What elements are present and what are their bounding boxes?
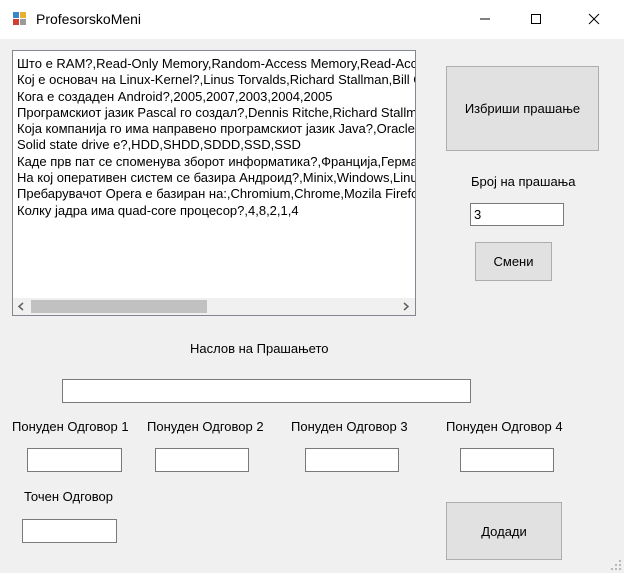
list-item[interactable]: Кога е создаден Android?,2005,2007,2003,… [17,89,415,105]
answer4-label: Понуден Одговор 4 [446,419,563,434]
maximize-icon [531,14,541,24]
questions-listbox[interactable]: Што е RAM?,Read-Only Memory,Random-Acces… [12,50,416,316]
answer2-label: Понуден Одговор 2 [147,419,264,434]
delete-question-button[interactable]: Избриши прашање [446,66,599,151]
list-item[interactable]: Колку јадра има quad-core процесор?,4,8,… [17,203,415,219]
minimize-button[interactable] [462,0,508,38]
window-title: ProfesorskoMeni [36,11,142,27]
maximize-button[interactable] [513,0,559,38]
close-icon [588,13,600,25]
list-item[interactable]: Која компанија го има направено програмс… [17,121,415,137]
list-item[interactable]: Solid state drive е?,HDD,SHDD,SDDD,SSD,S… [17,137,415,153]
scroll-left-icon[interactable] [17,302,25,311]
answer4-input[interactable] [460,448,554,472]
answer2-input[interactable] [155,448,249,472]
question-title-label: Наслов на Прашањето [190,341,329,356]
list-item[interactable]: Програмскиот јазик Pascal го создал?,Den… [17,105,415,121]
list-item[interactable]: Каде прв пат се споменува зборот информа… [17,154,415,170]
correct-answer-label: Точен Одговор [24,489,113,504]
change-button[interactable]: Смени [475,242,552,281]
title-bar[interactable]: ProfesorskoMeni [0,0,624,39]
answer3-input[interactable] [305,448,399,472]
correct-answer-input[interactable] [22,519,117,543]
list-item[interactable]: Кој е основач на Linux-Kernel?,Linus Tor… [17,72,415,88]
app-icon [12,11,28,27]
list-item[interactable]: Пребарувачот Opera е базиран на:,Chromiu… [17,186,415,202]
questions-list: Што е RAM?,Read-Only Memory,Random-Acces… [17,56,415,219]
close-button[interactable] [571,0,617,38]
scrollbar-thumb[interactable] [31,300,207,313]
add-button[interactable]: Додади [446,502,562,560]
question-title-input[interactable] [62,379,471,403]
horizontal-scrollbar[interactable] [13,298,415,315]
answer3-label: Понуден Одговор 3 [291,419,408,434]
resize-grip-icon[interactable] [610,559,622,571]
answer1-input[interactable] [27,448,122,472]
scroll-right-icon[interactable] [402,302,410,311]
main-window: ProfesorskoMeni Што е RAM?,Read-Only Mem… [0,0,624,573]
minimize-icon [480,18,490,20]
answer1-label: Понуден Одговор 1 [12,419,129,434]
question-number-input[interactable]: 3 [470,203,564,226]
question-number-label: Број на прашања [471,174,576,189]
list-item[interactable]: Што е RAM?,Read-Only Memory,Random-Acces… [17,56,415,72]
list-item[interactable]: На кој оперативен систем се базира Андро… [17,170,415,186]
